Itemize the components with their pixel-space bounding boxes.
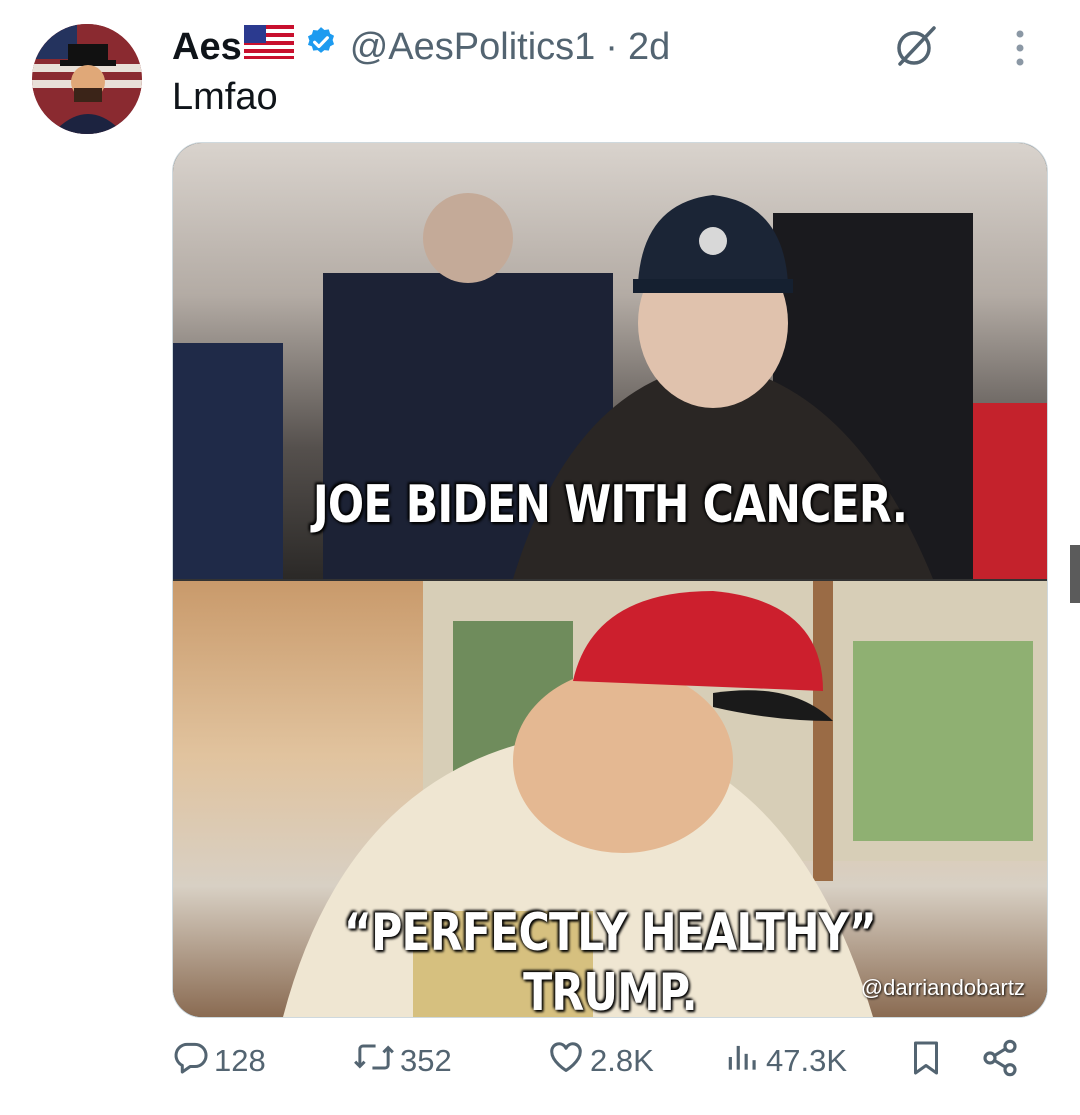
author-avatar[interactable] [32,24,142,134]
more-icon[interactable] [1010,26,1030,70]
scrollbar-thumb[interactable] [1070,545,1080,603]
tweet-actions: 128 352 2.8K 47.3K [172,1038,1050,1098]
tweet-text: Lmfao [172,76,278,118]
grok-icon[interactable] [890,20,942,72]
like-button[interactable]: 2.8K [546,1038,654,1084]
tweet-timestamp[interactable]: 2d [628,26,670,69]
tweet-header: Aes @AesPolitics1 · 2d [172,22,1050,72]
author-display-name[interactable]: Aes [172,26,242,69]
share-button[interactable] [980,1038,1024,1086]
views-button[interactable]: 47.3K [724,1038,847,1084]
repost-icon [352,1038,400,1084]
share-icon [980,1038,1024,1086]
media-caption-top: JOE BIDEN WITH CANCER. [312,475,908,535]
reply-count: 128 [214,1043,266,1078]
reply-icon [172,1038,214,1084]
views-count: 47.3K [766,1043,848,1078]
flag-emoji [243,25,294,69]
avatar-image [32,24,142,134]
media-watermark: @darriandobartz [860,975,1025,1000]
views-icon [724,1038,766,1084]
verified-icon [304,25,338,69]
author-handle[interactable]: @AesPolitics1 [350,26,596,69]
like-icon [546,1038,590,1084]
bookmark-icon [908,1038,948,1086]
like-count: 2.8K [590,1043,654,1078]
repost-button[interactable]: 352 [352,1038,452,1084]
reply-button[interactable]: 128 [172,1038,266,1084]
header-separator: · [605,25,618,68]
tweet-media[interactable]: JOE BIDEN WITH CANCER. “PERFECTLY HEALTH… [172,142,1048,1018]
bookmark-button[interactable] [908,1038,948,1086]
repost-count: 352 [400,1043,452,1078]
